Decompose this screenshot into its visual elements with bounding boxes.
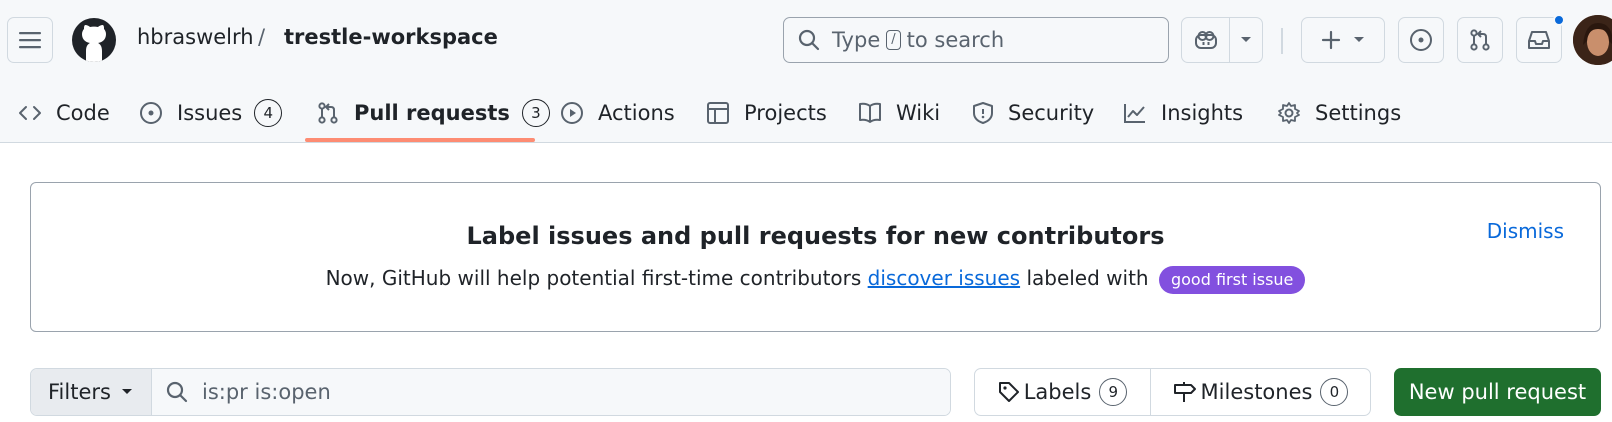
tab-actions[interactable]: Actions [560,84,675,142]
app-header: hbraswelrh / trestle-workspace Type / to… [0,0,1612,143]
milestones-label: Milestones [1200,380,1313,404]
milestones-count-badge: 0 [1320,378,1349,406]
table-icon [707,102,729,124]
code-icon [19,106,41,120]
tab-wiki[interactable]: Wiki [858,84,940,142]
create-new-content [1302,18,1384,62]
banner-text-after: labeled with [1026,266,1149,290]
plus-icon [1321,30,1341,50]
issue-opened-icon [1410,29,1432,51]
search-icon [166,381,188,403]
repo-nav-tabs: Code Issues 4 Pull requests 3 Actions Pr… [0,84,1612,142]
milestone-icon [1173,382,1196,402]
filters-dropdown-button[interactable]: Filters [31,369,152,415]
git-pull-request-icon [1470,29,1490,51]
labels-button[interactable]: Labels 9 [975,369,1151,415]
new-pull-request-label: New pull request [1408,380,1587,404]
caret-down-icon [1241,37,1251,42]
graph-icon [1124,104,1145,123]
milestones-button[interactable]: Milestones 0 [1151,369,1370,415]
caret-down-icon [121,389,132,394]
tab-security[interactable]: Security [972,84,1094,142]
dismiss-button[interactable]: Dismiss [1487,219,1564,243]
tab-label: Security [1008,101,1095,125]
shield-icon [973,102,993,124]
pull-requests-count-badge: 3 [521,99,550,127]
breadcrumb-separator: / [258,25,266,49]
tab-label: Projects [744,101,827,125]
tab-insights[interactable]: Insights [1123,84,1243,142]
tab-projects[interactable]: Projects [706,84,827,142]
filter-search-input[interactable]: is:pr is:open [152,369,950,415]
search-icon [798,29,820,51]
search-placeholder-prefix: Type [832,28,881,52]
search-placeholder-suffix: to search [906,28,1005,52]
tab-settings[interactable]: Settings [1277,84,1401,142]
notification-dot [1553,14,1565,26]
filter-bar: Filters is:pr is:open [30,368,951,416]
tab-label: Pull requests [354,101,510,125]
contributors-banner: Label issues and pull requests for new c… [30,182,1601,332]
issues-shortcut-button[interactable] [1398,17,1444,63]
tab-label: Wiki [896,101,941,125]
inbox-icon [1528,31,1550,49]
tab-pull-requests[interactable]: Pull requests 3 [316,84,550,142]
tab-label: Code [56,101,110,125]
gear-icon [1278,102,1300,124]
tab-label: Issues [177,101,243,125]
copilot-button-group [1181,17,1263,63]
selected-tab-indicator [305,138,535,142]
avatar[interactable] [1573,15,1612,65]
copilot-button[interactable] [1182,18,1230,62]
tag-icon [998,382,1019,402]
new-pull-request-button[interactable]: New pull request [1394,368,1601,416]
search-input[interactable]: Type / to search [783,17,1169,63]
filters-label: Filters [48,380,111,404]
banner-text: Now, GitHub will help potential first-ti… [31,262,1600,294]
banner-text-before: Now, GitHub will help potential first-ti… [325,266,862,290]
tab-label: Insights [1161,101,1244,125]
user-avatar-image [1573,15,1612,65]
hamburger-icon [19,32,41,49]
tab-label: Actions [598,101,675,125]
search-shortcut-key: / [886,30,901,50]
menu-button[interactable] [7,17,53,63]
header-divider [1281,28,1283,54]
tab-label: Settings [1315,101,1402,125]
git-pull-request-icon [318,102,338,124]
pull-requests-shortcut-button[interactable] [1457,17,1503,63]
issues-count-badge: 4 [254,99,283,127]
create-new-button[interactable] [1301,17,1385,63]
filter-query-value: is:pr is:open [202,380,331,404]
tab-code[interactable]: Code [18,84,110,142]
caret-down-icon [1354,37,1364,42]
tab-issues[interactable]: Issues 4 [139,84,283,142]
discover-issues-link[interactable]: discover issues [868,266,1020,290]
banner-title: Label issues and pull requests for new c… [466,222,1165,250]
issue-opened-icon [140,102,162,124]
labels-milestones-group: Labels 9 Milestones 0 [974,368,1371,416]
labels-count-badge: 9 [1099,378,1128,406]
good-first-issue-label: good first issue [1158,266,1306,294]
repo-owner-link[interactable]: hbraswelrh [137,22,254,52]
repo-name-link[interactable]: trestle-workspace [284,22,498,52]
play-icon [561,102,583,124]
github-logo-icon[interactable] [72,18,116,62]
book-icon [859,102,881,123]
copilot-dropdown-button[interactable] [1230,18,1262,62]
labels-label: Labels [1023,380,1092,404]
copilot-icon [1194,31,1217,49]
